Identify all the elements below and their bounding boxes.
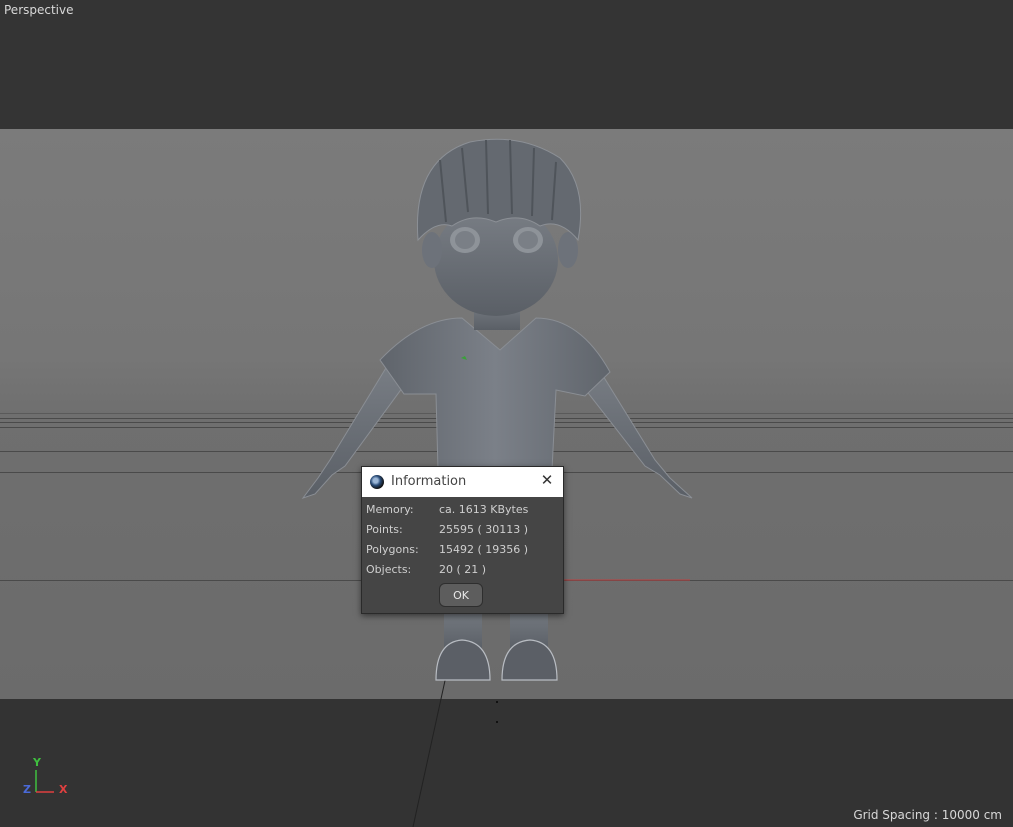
cinema4d-logo-icon: [370, 475, 384, 489]
dialog-titlebar[interactable]: Information ✕: [362, 467, 563, 497]
close-icon[interactable]: ✕: [539, 472, 555, 488]
axis-z-label: Z: [23, 783, 31, 796]
axis-x-label: X: [59, 783, 68, 796]
grid-spacing-readout: Grid Spacing : 10000 cm: [853, 808, 1002, 822]
viewport-dot: [496, 721, 498, 723]
objects-value: 20 ( 21 ): [439, 563, 487, 576]
memory-value: ca. 1613 KBytes: [439, 503, 529, 516]
polygons-value: 15492 ( 19356 ): [439, 543, 529, 556]
axis-y-label: Y: [33, 756, 41, 769]
3d-viewport[interactable]: Perspective Grid Spacing : 10000 cm Y Z …: [0, 0, 1013, 827]
viewport-label: Perspective: [4, 3, 74, 17]
memory-label: Memory:: [366, 503, 414, 516]
information-dialog: Information ✕ Memory: ca. 1613 KBytes Po…: [361, 466, 564, 614]
polygons-label: Polygons:: [366, 543, 419, 556]
points-value: 25595 ( 30113 ): [439, 523, 529, 536]
objects-label: Objects:: [366, 563, 412, 576]
dialog-title: Information: [391, 474, 467, 489]
character-model[interactable]: [0, 0, 1013, 827]
points-label: Points:: [366, 523, 403, 536]
ok-button[interactable]: OK: [439, 583, 483, 607]
viewport-dot: [496, 701, 498, 703]
